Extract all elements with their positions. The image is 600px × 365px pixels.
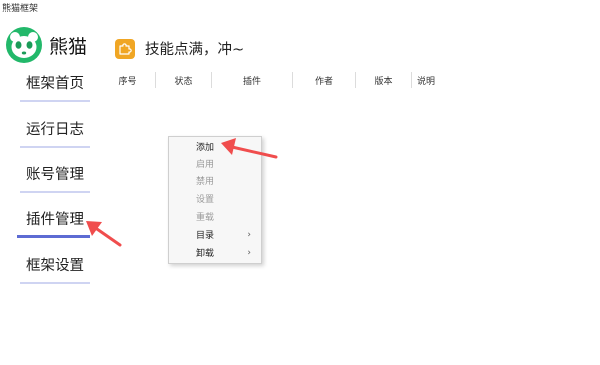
menu-item-directory[interactable]: 目录 › [169, 226, 261, 243]
sidebar-item-label: 账号管理 [26, 167, 84, 183]
menu-item-label: 禁用 [196, 177, 215, 187]
sidebar-item-settings[interactable]: 框架设置 [20, 254, 90, 284]
nav-underline [20, 146, 90, 148]
sidebar-item-label: 框架设置 [26, 258, 84, 274]
sidebar-item-run-log[interactable]: 运行日志 [20, 118, 90, 148]
column-header-description[interactable]: 说明 [412, 70, 440, 90]
chevron-right-icon: › [247, 247, 251, 258]
sidebar-item-label: 运行日志 [26, 122, 84, 138]
nav-underline [20, 282, 90, 284]
column-header-version[interactable]: 版本 [356, 70, 411, 90]
puzzle-piece-icon [115, 38, 135, 59]
nav-underline [20, 191, 90, 193]
nav-underline [20, 100, 90, 102]
chevron-right-icon: › [247, 229, 251, 240]
column-header-author[interactable]: 作者 [293, 70, 355, 90]
menu-item-label: 目录 [196, 231, 215, 241]
menu-item-reload: 重载 [169, 208, 261, 225]
context-menu: 添加 启用 禁用 设置 重载 目录 › 卸载 › [168, 136, 262, 264]
menu-item-settings: 设置 [169, 190, 261, 207]
column-header-status[interactable]: 状态 [156, 70, 211, 90]
header-tip: 技能点满，冲~ [115, 38, 244, 59]
menu-item-label: 设置 [196, 195, 215, 205]
sidebar-item-label: 框架首页 [26, 76, 84, 92]
sidebar-item-plugins[interactable]: 插件管理 [17, 208, 90, 238]
sidebar-item-accounts[interactable]: 账号管理 [20, 163, 90, 193]
menu-item-disable: 禁用 [169, 172, 261, 189]
menu-item-label: 添加 [196, 143, 215, 153]
column-header-index[interactable]: 序号 [100, 70, 155, 90]
nav-active-underline [17, 235, 90, 238]
column-header-plugin[interactable]: 插件 [212, 70, 292, 90]
sidebar-nav: 框架首页 运行日志 账号管理 插件管理 框架设置 [0, 0, 110, 365]
header-tip-text: 技能点满，冲~ [145, 42, 245, 58]
sidebar-item-home[interactable]: 框架首页 [20, 72, 90, 102]
menu-item-label: 启用 [196, 160, 215, 170]
menu-item-label: 重载 [196, 213, 215, 223]
menu-item-uninstall[interactable]: 卸载 › [169, 244, 261, 261]
menu-item-enable: 启用 [169, 155, 261, 172]
sidebar-item-label: 插件管理 [26, 212, 84, 228]
menu-item-label: 卸载 [196, 249, 215, 259]
menu-item-add[interactable]: 添加 [169, 138, 261, 155]
